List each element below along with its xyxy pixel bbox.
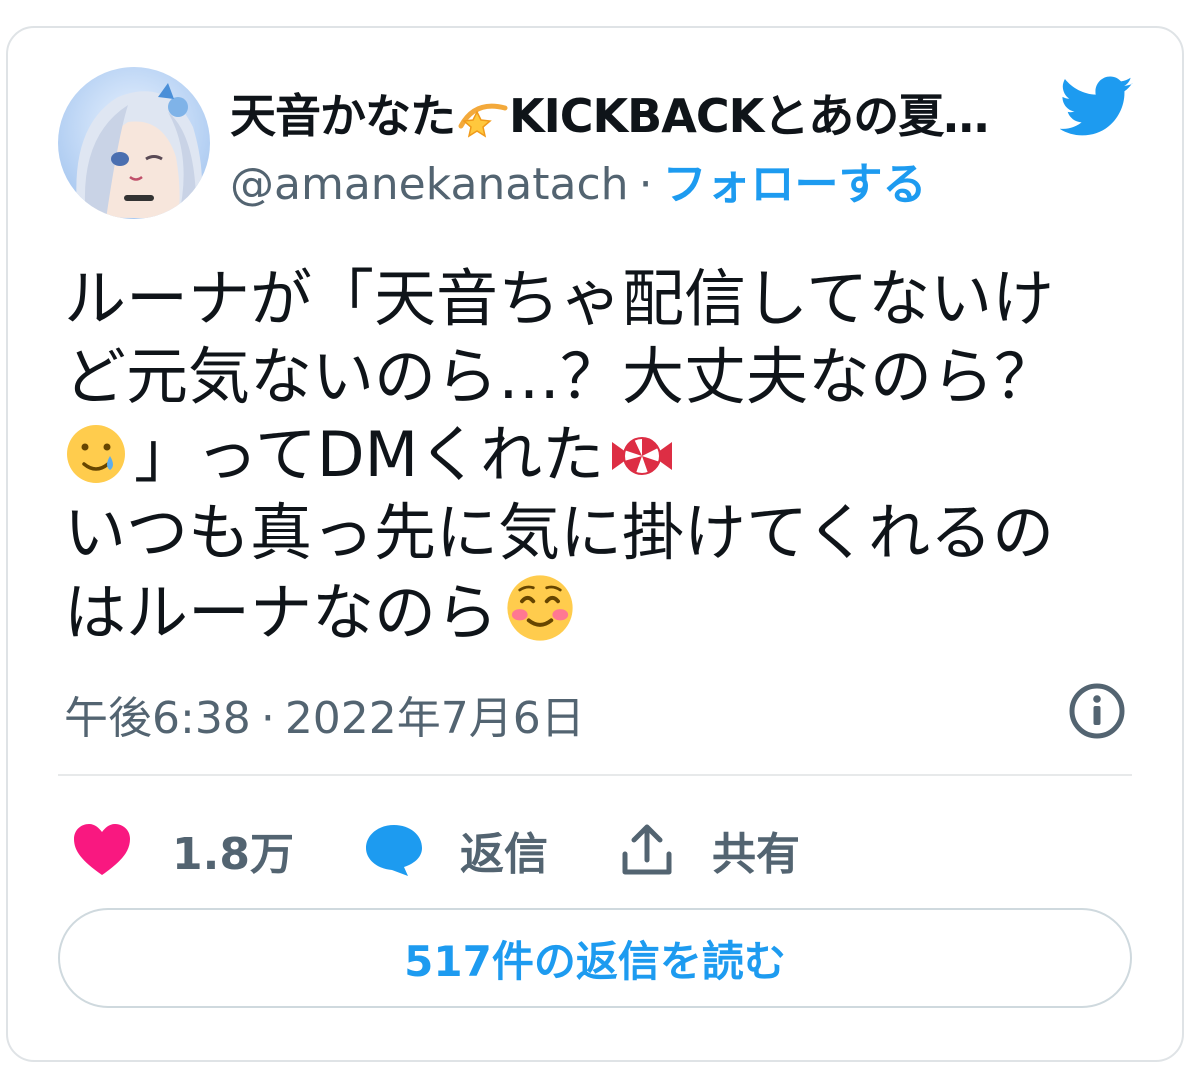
speech-bubble-icon xyxy=(366,825,422,876)
info-icon[interactable] xyxy=(1067,681,1127,741)
display-name[interactable]: 天音かなた KICKBACKとあの夏… xyxy=(230,80,989,146)
twitter-bird-icon[interactable] xyxy=(1059,76,1134,138)
tweet-date: 2022年7月6日 xyxy=(284,693,585,744)
display-name-suffix: KICKBACKとあの夏… xyxy=(509,89,989,143)
tweet-line: いつも真っ先に気に掛けてくれるの xyxy=(64,496,1055,569)
tweet-line: ど元気ないのら…？大丈夫なのら？ xyxy=(64,340,1057,413)
tweet-timestamp[interactable]: 午後6:38 · 2022年7月6日 xyxy=(64,682,585,746)
dizzy-star-emoji xyxy=(455,97,509,141)
share-button[interactable]: 共有 xyxy=(620,818,800,882)
read-replies-button[interactable]: 517件の返信を読む xyxy=(58,908,1132,1008)
tweet-line: はルーナなのら xyxy=(64,576,499,649)
like-count: 1.8万 xyxy=(172,829,294,880)
tweet-line-3: 」ってDMくれた xyxy=(64,416,1134,494)
avatar[interactable] xyxy=(58,67,210,219)
user-handle[interactable]: @amanekanatach xyxy=(230,159,629,210)
tweet-line-5: はルーナなのら xyxy=(64,572,1134,652)
tweet-line: ルーナが「天音ちゃ配信してないけ xyxy=(64,262,1055,335)
divider xyxy=(58,774,1132,776)
heart-icon xyxy=(74,824,130,875)
tweet-text: ルーナが「天音ちゃ配信してないけ ど元気ないのら…？大丈夫なのら？ 」ってDMく… xyxy=(64,260,1134,652)
candy-emoji xyxy=(604,418,680,491)
separator-dot: · xyxy=(638,159,653,210)
share-upload-icon xyxy=(622,824,672,875)
separator-dot: · xyxy=(260,693,275,744)
tweet-card: 天音かなた KICKBACKとあの夏… @amanekanatach · フォローす… xyxy=(6,26,1184,1062)
like-button[interactable]: 1.8万 xyxy=(72,818,294,882)
tweet-line: 」ってDMくれた xyxy=(134,418,605,491)
reply-label: 返信 xyxy=(460,829,548,880)
follow-button[interactable]: フォローする xyxy=(663,159,927,210)
display-name-text: 天音かなた xyxy=(230,89,456,143)
handle-row: @amanekanatach · フォローする xyxy=(230,148,927,212)
share-label: 共有 xyxy=(712,829,800,880)
crying-face-emoji xyxy=(64,418,134,491)
read-replies-label: 517件の返信を読む xyxy=(404,936,786,986)
smiling-blush-emoji xyxy=(498,575,576,649)
reply-button[interactable]: 返信 xyxy=(364,818,548,882)
tweet-time: 午後6:38 xyxy=(64,693,251,744)
